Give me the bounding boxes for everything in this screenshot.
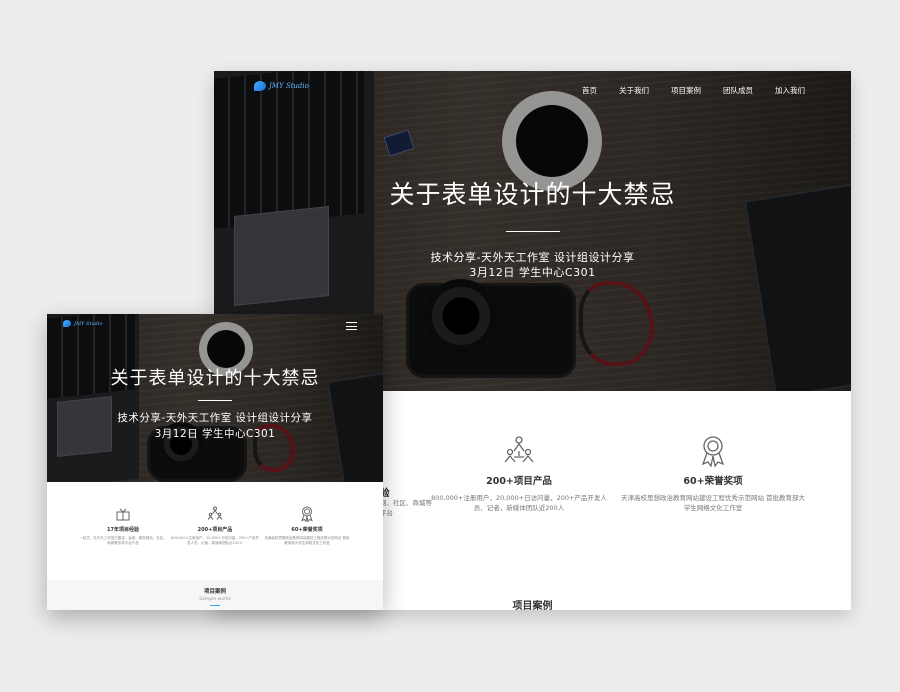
hero-title: 关于表单设计的十大禁忌 (110, 368, 320, 389)
feature-title: 200+项目产品 (197, 527, 233, 533)
logo[interactable]: JMY Studio (63, 320, 102, 327)
hero-subtitle-2: 3月12日 学生中心C301 (469, 266, 596, 279)
mobile-preview: JMY Studio 关于表单设计的十大禁忌 技术分享-天外天工作室 设计组设计… (47, 314, 383, 610)
features: 17年项目经验 一站式、天外天工作室已建设、运维、服务网站、社区、商城等多类平台… (47, 506, 383, 546)
logo-icon (254, 81, 266, 91)
section-underline (210, 605, 220, 606)
hero-title: 关于表单设计的十大禁忌 (389, 180, 676, 209)
gift-icon (116, 508, 130, 521)
feature-projects: 200+项目产品 800,000+注册用户，20,000+日访问量，200+产品… (425, 435, 613, 513)
feature-desc: 800,000+注册用户，20,000+日访问量，200+产品开发人员、记者，新… (171, 536, 259, 545)
hero-text: 关于表单设计的十大禁忌 技术分享-天外天工作室 设计组设计分享 3月12日 学生… (47, 364, 383, 442)
projects-section: 项目案例 Sample works (47, 580, 383, 610)
hero-subtitle-1: 技术分享-天外天工作室 设计组设计分享 (117, 412, 313, 424)
nav-item-projects[interactable]: 项目案例 (671, 85, 701, 96)
award-icon (301, 506, 313, 522)
nav-item-home[interactable]: 首页 (582, 85, 597, 96)
nav-item-team[interactable]: 团队成员 (723, 85, 753, 96)
logo-icon (63, 320, 71, 327)
feature-desc: 天津高校思想政治教育网站建设工程优秀示范网站 首批教育部大学生网络文化工作室 (264, 536, 350, 545)
hero-subtitle-2: 3月12日 学生中心C301 (154, 428, 276, 440)
feature-desc: 800,000+注册用户，20,000+日访问量，200+产品开发人员、记者，新… (431, 494, 607, 512)
feature-desc: 天津高校思想政治教育网站建设工程优秀示范网站 首批教育部大学生网络文化工作室 (620, 494, 806, 512)
hero-text: 关于表单设计的十大禁忌 技术分享-天外天工作室 设计组设计分享 3月12日 学生… (214, 175, 851, 280)
feature-experience: 17年项目经验 一站式、天外天工作室已建设、运维、服务网站、社区、商城等多类平台… (79, 506, 167, 546)
feature-title: 60+荣誉奖项 (683, 476, 743, 487)
feature-awards: 60+荣誉奖项 天津高校思想政治教育网站建设工程优秀示范网站 首批教育部大学生网… (263, 506, 351, 546)
hero-subtitle-1: 技术分享-天外天工作室 设计组设计分享 (430, 251, 635, 264)
award-icon (701, 436, 725, 467)
nav-item-about[interactable]: 关于我们 (619, 85, 649, 96)
hero-divider (198, 400, 232, 401)
feature-title: 200+项目产品 (486, 476, 552, 487)
nav-item-join[interactable]: 加入我们 (775, 85, 805, 96)
hero-divider (505, 231, 560, 232)
feature-title: 17年项目经验 (107, 527, 139, 533)
main-nav: 首页 关于我们 项目案例 团队成员 加入我们 (582, 85, 805, 96)
team-icon (504, 436, 534, 463)
feature-projects: 200+项目产品 800,000+注册用户，20,000+日访问量，200+产品… (171, 506, 259, 546)
logo-text: JMY Studio (74, 320, 103, 327)
section-title: 项目案例 (203, 589, 226, 595)
section-subtitle: Sample works (199, 597, 231, 602)
logo[interactable]: JMY Studio (254, 81, 309, 91)
feature-desc: 一站式、天外天工作室已建设、运维、服务网站、社区、商城等多类平台产品 (79, 536, 167, 545)
hero-banner: JMY Studio 关于表单设计的十大禁忌 技术分享-天外天工作室 设计组设计… (47, 314, 383, 482)
feature-awards: 60+荣誉奖项 天津高校思想政治教育网站建设工程优秀示范网站 首批教育部大学生网… (619, 435, 807, 513)
logo-text: JMY Studio (269, 82, 309, 90)
feature-title: 60+荣誉奖项 (291, 527, 323, 533)
team-icon (207, 506, 223, 520)
hamburger-menu-icon[interactable] (346, 322, 357, 330)
